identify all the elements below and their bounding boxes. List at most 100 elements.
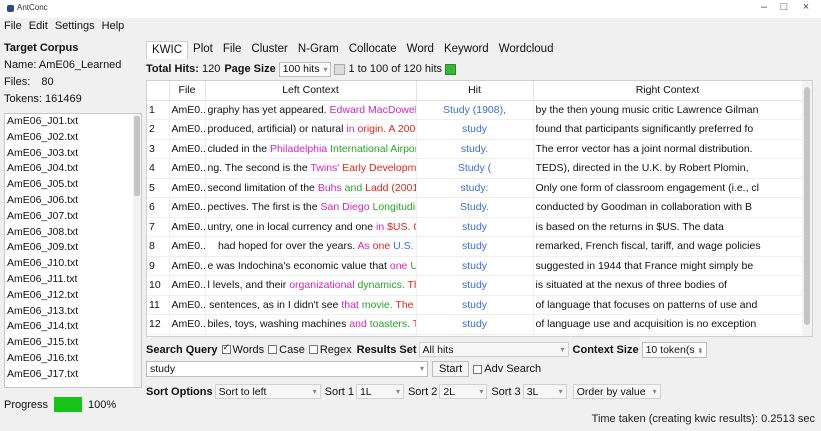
row-hit[interactable]: study xyxy=(416,236,534,257)
col-header-file[interactable]: File xyxy=(169,81,206,101)
total-hits-value: 120 xyxy=(201,63,221,75)
file-list-item[interactable]: AmE06_J11.txt xyxy=(5,272,141,288)
words-checkbox[interactable] xyxy=(221,342,231,354)
table-row[interactable]: 11AmE0...sentences, as in I didn't see t… xyxy=(147,295,803,315)
table-row[interactable]: 2AmE0...produced, artificial) or natural… xyxy=(147,119,803,140)
context-word: one xyxy=(389,259,411,272)
file-list-item[interactable]: AmE06_J14.txt xyxy=(5,319,141,335)
regex-checkbox[interactable] xyxy=(308,345,318,354)
maximize-button[interactable]: □ xyxy=(776,1,792,13)
context-word: International Airport xyxy=(330,142,416,155)
col-header-left-context[interactable]: Left Context xyxy=(205,81,417,101)
row-hit[interactable]: study xyxy=(416,275,534,296)
row-hit[interactable]: study xyxy=(416,295,534,315)
order-by-select[interactable]: Order by value ▾ xyxy=(572,384,661,399)
window-title: AntConc xyxy=(17,3,48,12)
file-list-scroll-thumb[interactable] xyxy=(134,116,140,196)
file-list-item[interactable]: AmE06_J01.txt xyxy=(5,114,141,130)
context-word: movie. xyxy=(361,298,396,311)
kwic-results-table[interactable]: File Left Context Hit Right Context 1 AmE… xyxy=(146,80,813,337)
corpus-file-list[interactable]: AmE06_J01.txt AmE06_J02.txt AmE06_J03.tx… xyxy=(4,113,142,388)
case-label: Case xyxy=(279,343,305,356)
adv-search-checkbox[interactable] xyxy=(473,364,483,374)
tab-kwic[interactable]: KWIC xyxy=(146,41,189,59)
menu-settings[interactable]: Settings xyxy=(51,18,95,32)
tab-cluster[interactable]: Cluster xyxy=(246,41,292,59)
results-set-select[interactable]: All hits ▾ xyxy=(418,342,569,357)
menu-edit[interactable]: Edit xyxy=(25,18,48,32)
row-index: 10 xyxy=(147,275,170,296)
file-list-item[interactable]: AmE06_J16.txt xyxy=(5,351,141,367)
tab-wordcloud[interactable]: Wordcloud xyxy=(494,41,559,59)
file-list-item[interactable]: AmE06_J07.txt xyxy=(5,209,141,225)
menu-bar: File Edit Settings Help xyxy=(0,18,821,36)
previous-page-button[interactable] xyxy=(334,63,346,75)
row-index: 5 xyxy=(147,178,170,198)
table-row[interactable]: 9AmE0...e was Indochina's economic value… xyxy=(147,256,803,276)
page-size-select[interactable]: 100 hits ▾ xyxy=(278,61,332,77)
file-list-item[interactable]: AmE06_J15.txt xyxy=(5,335,141,351)
context-size-spinbox[interactable]: 10 token(s ⬍ xyxy=(641,341,708,358)
table-row[interactable]: 6AmE0...pectives. The first is the San D… xyxy=(147,197,803,218)
table-row[interactable]: 7AmE0...untry, one in local currency and… xyxy=(147,217,803,237)
table-row[interactable]: 4AmE0...ng. The second is the Twins' Ear… xyxy=(147,158,803,179)
row-hit[interactable]: study xyxy=(416,256,534,276)
sort1-select[interactable]: 1L ▾ xyxy=(355,384,404,399)
file-list-item[interactable]: AmE06_J12.txt xyxy=(5,288,141,304)
row-hit[interactable]: Study. xyxy=(416,197,534,218)
next-page-button[interactable] xyxy=(445,63,457,75)
minimize-button[interactable]: – xyxy=(756,1,772,13)
table-row[interactable]: 1AmE0...graphy has yet appeared. Edward … xyxy=(147,100,803,120)
file-list-item[interactable]: AmE06_J06.txt xyxy=(5,193,141,209)
menu-help[interactable]: Help xyxy=(98,18,125,32)
tab-collocate[interactable]: Collocate xyxy=(344,41,402,59)
row-hit[interactable]: Study (1908), xyxy=(416,100,534,120)
target-corpus-panel: Target Corpus Name: AmE06_Learned Files:… xyxy=(4,40,142,108)
file-list-scrollbar[interactable] xyxy=(133,114,141,387)
file-list-item[interactable]: AmE06_J04.txt xyxy=(5,161,141,177)
sort-direction-value: Sort to left xyxy=(218,385,267,398)
row-hit[interactable]: Study ( xyxy=(416,158,534,179)
table-row[interactable]: 5AmE0...second limitation of the Buhs an… xyxy=(147,178,803,198)
tab-word[interactable]: Word xyxy=(402,41,439,59)
close-button[interactable]: × xyxy=(798,1,814,13)
file-list-item[interactable]: AmE06_J03.txt xyxy=(5,146,141,162)
case-checkbox[interactable] xyxy=(268,345,278,354)
file-list-item[interactable]: AmE06_J10.txt xyxy=(5,256,141,272)
row-hit[interactable]: study: xyxy=(416,178,534,198)
start-button[interactable]: Start xyxy=(432,361,470,377)
sort3-select[interactable]: 3L ▾ xyxy=(522,384,567,399)
col-header-right-context[interactable]: Right Context xyxy=(533,81,803,101)
results-scrollbar[interactable] xyxy=(802,81,812,336)
row-hit[interactable]: study xyxy=(416,217,534,237)
row-file: AmE0... xyxy=(169,256,206,276)
table-row[interactable]: 10AmE0...l levels, and their organizatio… xyxy=(147,275,803,296)
search-input[interactable]: study ▾ xyxy=(146,361,428,377)
col-header-index[interactable] xyxy=(147,81,170,101)
file-list-item[interactable]: AmE06_J09.txt xyxy=(5,240,141,256)
file-list-item[interactable]: AmE06_J17.txt xyxy=(5,367,141,383)
row-left-context: biles, toys, washing machines and toaste… xyxy=(205,314,417,335)
row-hit[interactable]: study xyxy=(416,314,534,335)
sort2-select[interactable]: 2L ▾ xyxy=(439,384,488,399)
tab-keyword[interactable]: Keyword xyxy=(439,41,494,59)
table-row[interactable]: 8AmE0...had hoped for over the years. As… xyxy=(147,236,803,257)
tab-ngram[interactable]: N-Gram xyxy=(293,41,344,59)
tab-plot[interactable]: Plot xyxy=(188,41,218,59)
file-list-item[interactable]: AmE06_J02.txt xyxy=(5,130,141,146)
row-hit[interactable]: study xyxy=(416,119,534,140)
sort-direction-select[interactable]: Sort to left ▾ xyxy=(214,384,321,399)
table-row[interactable]: 3AmE0...cluded in the Philadelphia Inter… xyxy=(147,139,803,159)
file-list-item[interactable]: AmE06_J05.txt xyxy=(5,177,141,193)
table-row[interactable]: 12AmE0...biles, toys, washing machines a… xyxy=(147,314,803,335)
row-hit[interactable]: study. xyxy=(416,139,534,159)
tab-file[interactable]: File xyxy=(218,41,247,59)
file-list-item[interactable]: AmE06_J13.txt xyxy=(5,304,141,320)
menu-file[interactable]: File xyxy=(0,18,22,32)
results-scroll-thumb[interactable] xyxy=(804,87,810,325)
progress-bar xyxy=(54,397,83,412)
sort3-label: Sort 3 xyxy=(491,385,521,398)
file-list-item[interactable]: AmE06_J08.txt xyxy=(5,225,141,241)
chevron-down-icon: ▾ xyxy=(395,387,400,396)
col-header-hit[interactable]: Hit xyxy=(416,81,534,101)
